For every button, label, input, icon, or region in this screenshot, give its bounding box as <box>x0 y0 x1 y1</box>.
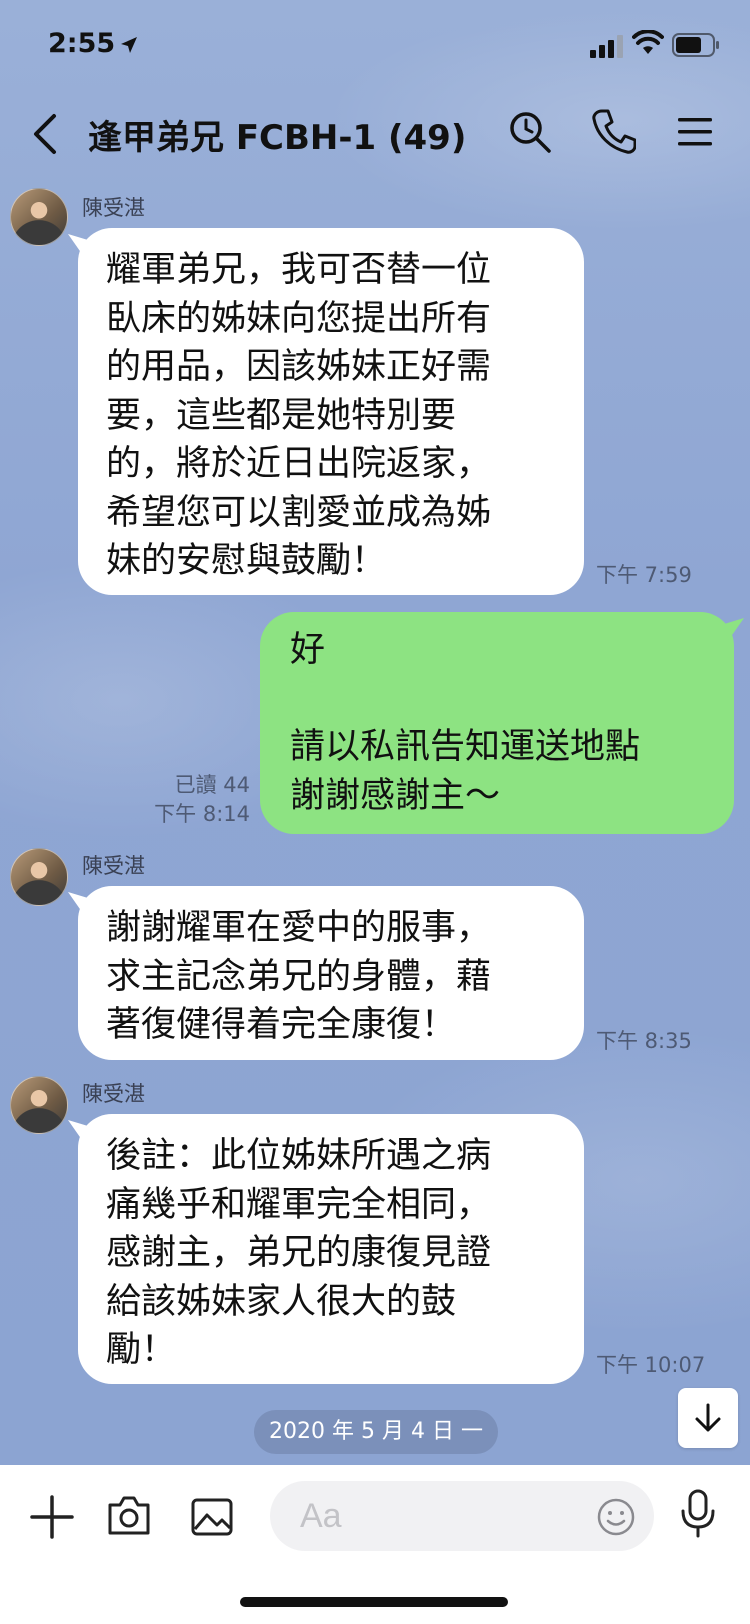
sender-name: 陳受湛 <box>82 1082 145 1106</box>
avatar[interactable] <box>10 1076 68 1134</box>
image-icon[interactable] <box>190 1495 234 1539</box>
emoji-icon[interactable] <box>596 1497 636 1537</box>
microphone-icon[interactable] <box>680 1489 716 1539</box>
message-bubble-incoming[interactable]: 謝謝耀軍在愛中的服事， 求主記念弟兄的身體，藉 著復健得着完全康復！ <box>78 886 584 1060</box>
message-time: 下午 8:14 <box>154 802 250 826</box>
plus-icon[interactable] <box>30 1495 74 1539</box>
arrow-down-icon <box>695 1403 721 1432</box>
location-arrow-icon <box>121 37 137 53</box>
status-bar: 2:55 <box>0 0 750 90</box>
message-bubble-incoming[interactable]: 後註：此位姊妹所遇之病 痛幾乎和耀軍完全相同， 感謝主，弟兄的康復見證 給該姊妹… <box>78 1114 584 1384</box>
scroll-to-bottom-button[interactable] <box>678 1388 738 1448</box>
sender-name: 陳受湛 <box>82 854 145 878</box>
wifi-icon <box>632 30 664 54</box>
message-time: 下午 8:35 <box>596 1029 692 1053</box>
sender-name: 陳受湛 <box>82 196 145 220</box>
chat-title[interactable]: 逢甲弟兄 FCBH-1 (49) <box>88 110 466 159</box>
search-icon[interactable] <box>508 110 552 154</box>
camera-icon[interactable] <box>106 1493 152 1539</box>
message-bubble-outgoing[interactable]: 好 請以私訊告知運送地點 謝謝感謝主～ <box>260 612 734 834</box>
phone-icon[interactable] <box>592 108 636 154</box>
message-bubble-incoming[interactable]: 耀軍弟兄，我可否替一位 臥床的姊妹向您提出所有 的用品，因該姊妹正好需 要，這些… <box>78 228 584 595</box>
read-receipt: 已讀 44 <box>174 773 250 797</box>
menu-icon[interactable] <box>676 114 714 150</box>
back-chevron-icon[interactable] <box>28 112 64 156</box>
date-separator: 2020 年 5 月 4 日 一 <box>254 1410 498 1454</box>
signal-icon <box>590 35 623 58</box>
message-time: 下午 7:59 <box>596 563 692 587</box>
home-indicator <box>240 1597 508 1607</box>
avatar[interactable] <box>10 188 68 246</box>
message-time: 下午 10:07 <box>596 1353 706 1377</box>
message-input-bar <box>0 1465 750 1624</box>
chat-header: 逢甲弟兄 FCBH-1 (49) <box>0 90 750 180</box>
status-time: 2:55 <box>48 28 116 59</box>
avatar[interactable] <box>10 848 68 906</box>
battery-icon <box>672 33 719 57</box>
